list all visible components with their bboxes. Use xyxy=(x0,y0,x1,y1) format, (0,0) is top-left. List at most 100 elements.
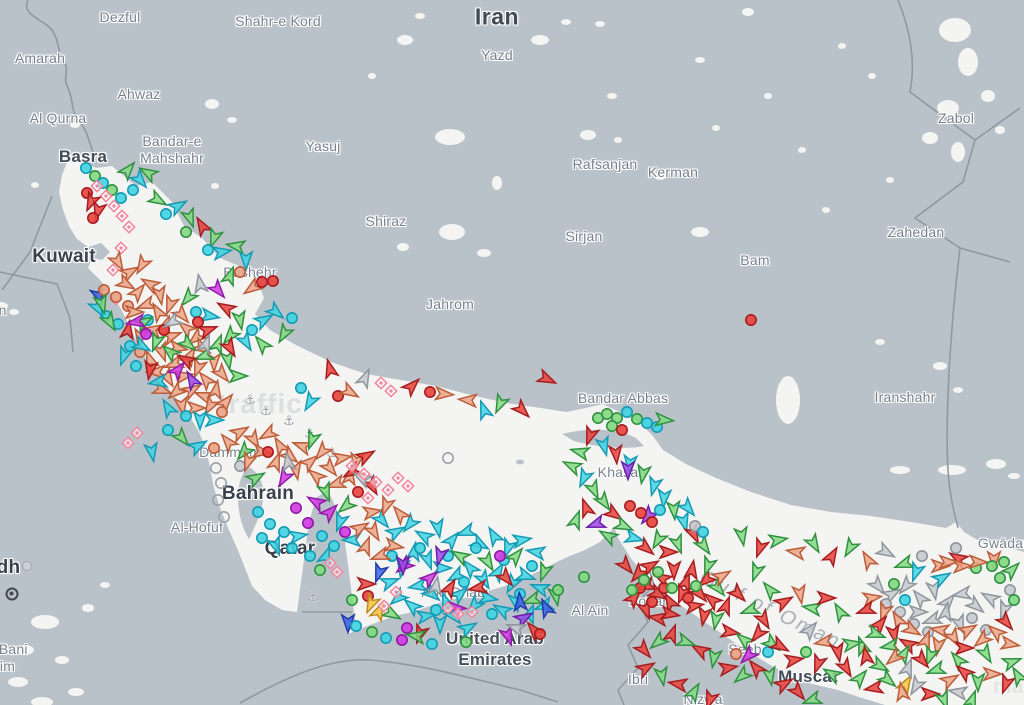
vessel-marker-underway[interactable] xyxy=(800,619,821,640)
vessel-marker-stopped[interactable] xyxy=(163,425,173,435)
vessel-marker-underway[interactable] xyxy=(678,498,699,519)
vessel-marker-underway[interactable] xyxy=(979,588,1000,607)
vessel-marker-stopped[interactable] xyxy=(889,579,899,589)
vessel-marker-stopped[interactable] xyxy=(211,463,221,473)
vessel-marker-stopped[interactable] xyxy=(265,519,275,529)
vessel-marker-stopped[interactable] xyxy=(698,527,708,537)
vessel-marker-underway[interactable] xyxy=(442,529,463,550)
vessel-marker-underway[interactable] xyxy=(358,578,376,590)
vessel-marker-underway[interactable] xyxy=(537,370,558,389)
vessel-marker-stopped[interactable] xyxy=(291,503,301,513)
vessel-marker-stopped[interactable] xyxy=(639,575,649,585)
vessel-marker-stopped[interactable] xyxy=(951,543,961,553)
vessel-marker-underway[interactable] xyxy=(153,286,168,305)
vessel-marker-stopped[interactable] xyxy=(999,557,1009,567)
vessel-marker-underway[interactable] xyxy=(956,642,974,654)
vessel-marker-stopped[interactable] xyxy=(263,447,273,457)
navaid-marker[interactable] xyxy=(115,242,126,253)
vessel-marker-underway[interactable] xyxy=(984,668,1002,680)
vessel-marker-underway[interactable] xyxy=(484,525,503,546)
vessel-marker-underway[interactable] xyxy=(831,643,846,662)
vessel-marker-underway[interactable] xyxy=(289,528,308,543)
vessel-marker-stopped[interactable] xyxy=(607,421,617,431)
vessel-marker-underway[interactable] xyxy=(876,543,897,562)
vessel-marker-underway[interactable] xyxy=(759,579,780,600)
vessel-marker-underway[interactable] xyxy=(712,566,733,585)
vessel-marker-stopped[interactable] xyxy=(287,543,297,553)
vessel-marker-stopped[interactable] xyxy=(642,418,652,428)
vessel-marker-underway[interactable] xyxy=(208,280,229,301)
navaid-marker[interactable] xyxy=(122,437,133,448)
vessel-marker-underway[interactable] xyxy=(625,530,645,547)
vessel-marker-stopped[interactable] xyxy=(579,572,589,582)
vessel-marker-stopped[interactable] xyxy=(553,585,563,595)
vessel-marker-stopped[interactable] xyxy=(161,209,171,219)
vessel-marker-stopped[interactable] xyxy=(340,527,350,537)
vessel-marker-stopped[interactable] xyxy=(296,383,306,393)
vessel-marker-stopped[interactable] xyxy=(427,639,437,649)
vessel-marker-stopped[interactable] xyxy=(655,505,665,515)
vessel-marker-stopped[interactable] xyxy=(459,577,469,587)
vessel-marker-underway[interactable] xyxy=(181,208,199,229)
vessel-marker-underway[interactable] xyxy=(840,538,859,559)
vessel-marker-underway[interactable] xyxy=(910,606,928,618)
vessel-marker-stopped[interactable] xyxy=(746,315,756,325)
vessel-marker-underway[interactable] xyxy=(647,632,668,653)
vessel-marker-stopped[interactable] xyxy=(415,543,425,553)
vessel-marker-underway[interactable] xyxy=(972,674,984,692)
vessel-marker-stopped[interactable] xyxy=(627,585,637,595)
vessel-marker-underway[interactable] xyxy=(774,592,795,611)
navaid-marker[interactable] xyxy=(385,385,396,396)
vessel-marker-stopped[interactable] xyxy=(253,507,263,517)
vessel-marker-stopped[interactable] xyxy=(351,621,361,631)
vessel-marker-underway[interactable] xyxy=(217,431,238,452)
vessel-marker-underway[interactable] xyxy=(526,544,545,559)
vessel-marker-underway[interactable] xyxy=(685,560,700,579)
vessel-marker-underway[interactable] xyxy=(490,394,509,415)
navaid-marker[interactable] xyxy=(116,210,127,221)
vessel-marker-stopped[interactable] xyxy=(443,453,453,463)
vessel-marker-stopped[interactable] xyxy=(317,531,327,541)
vessel-marker-underway[interactable] xyxy=(145,443,160,462)
vessel-marker-underway[interactable] xyxy=(585,515,606,533)
vessel-marker-stopped[interactable] xyxy=(216,478,226,488)
vessel-marker-stopped[interactable] xyxy=(116,193,126,203)
vessel-marker-underway[interactable] xyxy=(706,649,721,668)
vessel-marker-underway[interactable] xyxy=(305,492,326,511)
vessel-marker-underway[interactable] xyxy=(561,456,582,475)
vessel-marker-underway[interactable] xyxy=(616,556,637,577)
vessel-marker-underway[interactable] xyxy=(340,383,361,402)
vessel-marker-underway[interactable] xyxy=(922,688,940,700)
vessel-marker-underway[interactable] xyxy=(267,536,285,557)
vessel-marker-stopped[interactable] xyxy=(801,647,811,657)
vessel-marker-underway[interactable] xyxy=(786,544,805,559)
navaid-marker[interactable] xyxy=(362,492,373,503)
vessel-marker-underway[interactable] xyxy=(997,674,1015,695)
vessel-marker-underway[interactable] xyxy=(805,534,824,555)
vessel-marker-underway[interactable] xyxy=(513,532,532,547)
vessel-marker-underway[interactable] xyxy=(685,681,704,702)
vessel-marker-underway[interactable] xyxy=(830,601,849,622)
vessel-marker-stopped[interactable] xyxy=(731,649,741,659)
vessel-marker-underway[interactable] xyxy=(721,625,740,640)
vessel-marker-underway[interactable] xyxy=(233,311,248,330)
vessel-marker-underway[interactable] xyxy=(728,584,749,605)
vessel-marker-stopped[interactable] xyxy=(967,613,977,623)
vessel-marker-stopped[interactable] xyxy=(1009,595,1019,605)
vessel-marker-stopped[interactable] xyxy=(329,541,339,551)
vessel-marker-stopped[interactable] xyxy=(111,292,121,302)
vessel-marker-underway[interactable] xyxy=(893,555,914,573)
vessel-marker-underway[interactable] xyxy=(863,590,882,605)
vessel-marker-stopped[interactable] xyxy=(347,595,357,605)
vessel-marker-stopped[interactable] xyxy=(193,317,203,327)
vessel-marker-stopped[interactable] xyxy=(257,533,267,543)
map-canvas[interactable]: traffic Gulf of Oman ma IranDezfulShahr-… xyxy=(0,0,1024,705)
vessel-marker-stopped[interactable] xyxy=(667,583,677,593)
vessel-marker-stopped[interactable] xyxy=(653,567,663,577)
vessel-marker-underway[interactable] xyxy=(858,549,877,570)
vessel-marker-underway[interactable] xyxy=(192,215,211,236)
vessel-marker-underway[interactable] xyxy=(660,546,678,558)
vessel-marker-underway[interactable] xyxy=(696,607,711,626)
vessel-marker-stopped[interactable] xyxy=(431,605,441,615)
vessel-marker-underway[interactable] xyxy=(948,684,967,699)
